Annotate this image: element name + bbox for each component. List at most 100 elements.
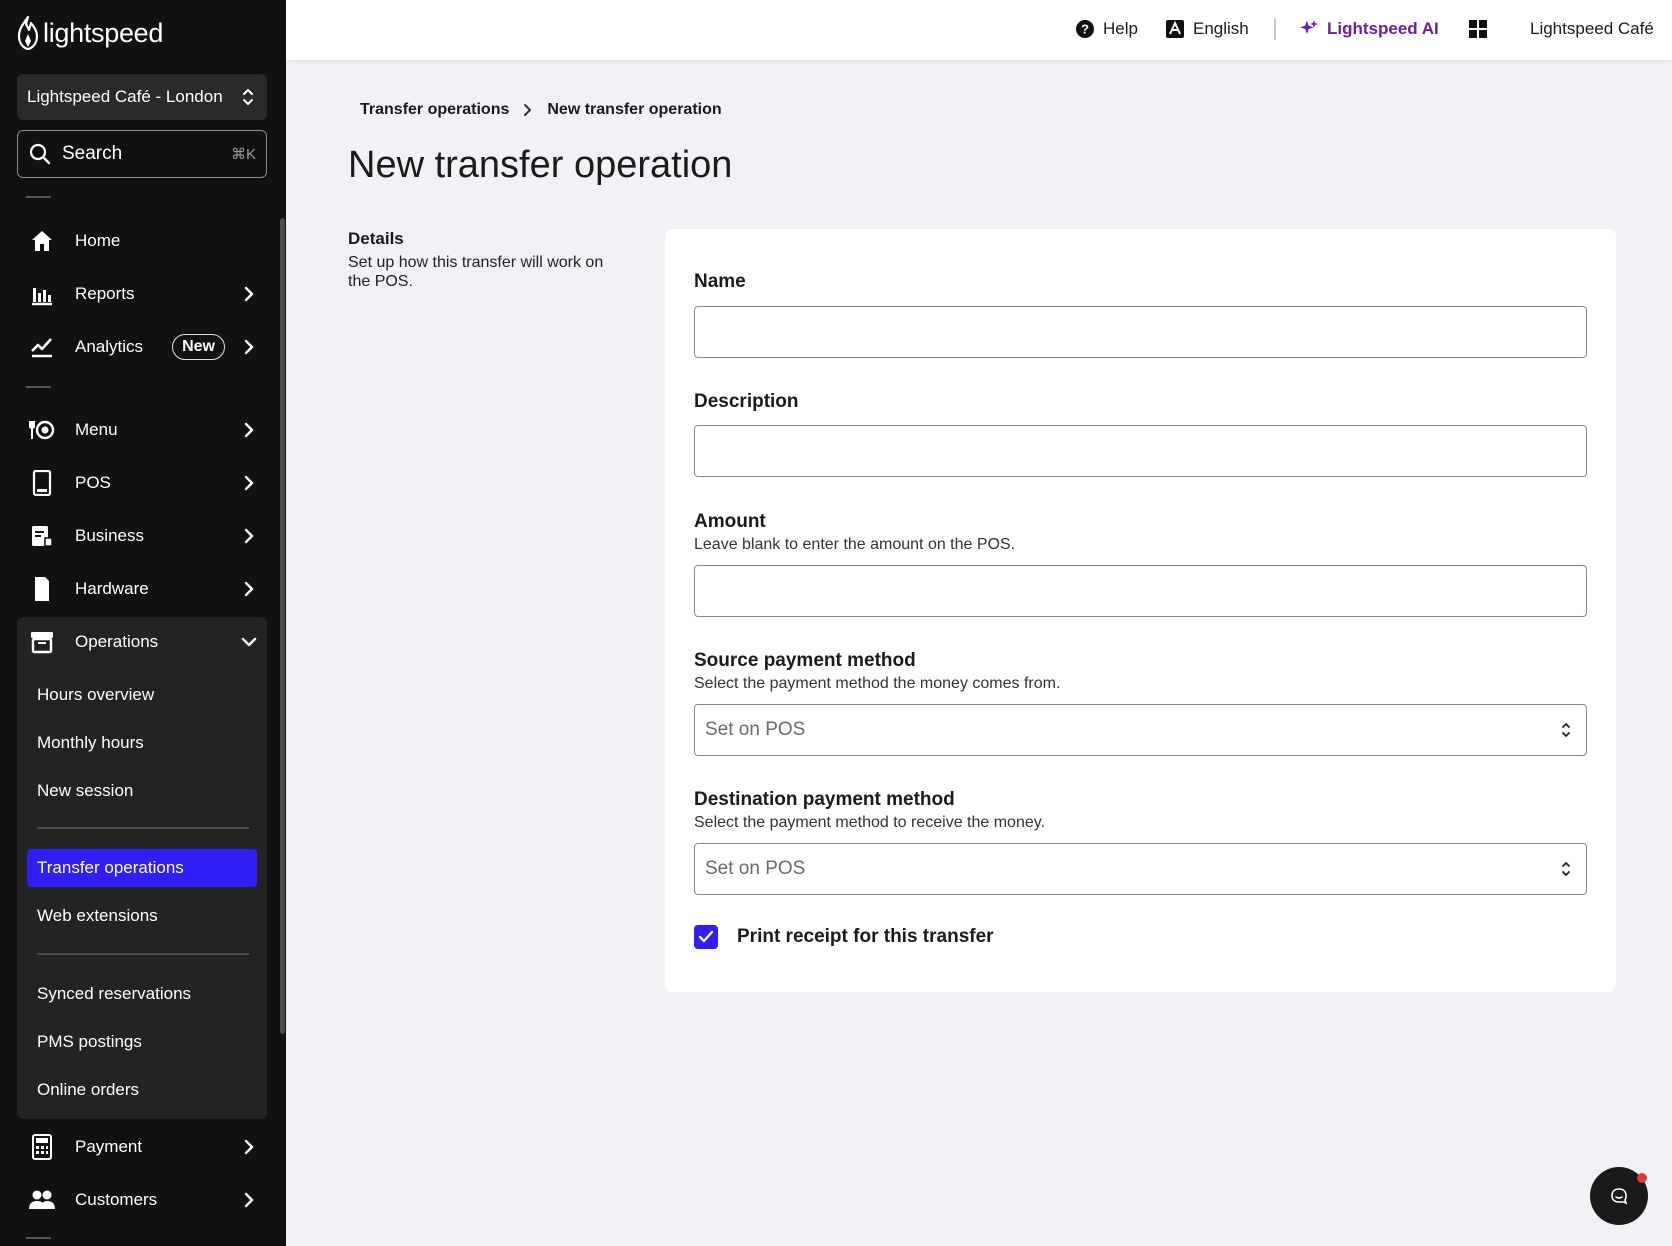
account-menu[interactable]: Lightspeed Café: [1530, 16, 1654, 42]
bar-chart-icon: [29, 281, 55, 307]
page-title: New transfer operation: [348, 144, 733, 186]
sidebar-subitem-pms-postings[interactable]: PMS postings: [27, 1023, 257, 1061]
sidebar-subitem-monthly-hours[interactable]: Monthly hours: [27, 724, 257, 762]
sidebar-subitem-label: Monthly hours: [37, 733, 144, 752]
sidebar-subitem-label: Synced reservations: [37, 984, 192, 1003]
top-bar: ? Help English Lightspeed AI Lightspeed …: [286, 0, 1672, 60]
sidebar-subitem-label: PMS postings: [37, 1032, 142, 1051]
source-payment-value: Set on POS: [705, 719, 806, 740]
sidebar-subitem-online-orders[interactable]: Online orders: [27, 1071, 257, 1109]
name-input[interactable]: [694, 306, 1587, 358]
chevron-right-icon: [239, 337, 259, 357]
sidebar-divider: [26, 1237, 51, 1239]
checkmark-icon: [698, 930, 714, 943]
location-switcher[interactable]: Lightspeed Café - London: [17, 74, 267, 120]
help-button[interactable]: ? Help: [1075, 16, 1138, 42]
sidebar-item-customers[interactable]: Customers: [17, 1175, 267, 1225]
sidebar-subitem-label: Online orders: [37, 1080, 140, 1099]
sidebar-item-pos[interactable]: POS: [17, 458, 267, 508]
sidebar-item-label: Reports: [75, 284, 135, 303]
print-receipt-checkbox[interactable]: [694, 925, 718, 949]
amount-input[interactable]: [694, 565, 1587, 617]
sidebar-subitem-label: Web extensions: [37, 906, 158, 925]
description-input[interactable]: [694, 425, 1587, 477]
sidebar-item-label: Menu: [75, 420, 118, 439]
print-receipt-label[interactable]: Print receipt for this transfer: [737, 926, 994, 948]
sidebar-subitem-synced-reservations[interactable]: Synced reservations: [27, 975, 257, 1013]
sidebar-item-label: Payment: [75, 1137, 143, 1156]
sidebar-subitem-web-extensions[interactable]: Web extensions: [27, 897, 257, 935]
sidebar-item-label: Business: [75, 526, 144, 545]
chevron-up-down-icon: [1562, 862, 1570, 876]
sidebar-item-reports[interactable]: Reports: [17, 269, 267, 319]
sidebar-item-label: Analytics: [75, 337, 144, 356]
ai-label: Lightspeed AI: [1327, 19, 1439, 38]
sidebar-item-operations[interactable]: Operations: [17, 617, 267, 667]
notification-dot: [1637, 1173, 1647, 1183]
sidebar-subitem-new-session[interactable]: New session: [27, 772, 257, 810]
language-button[interactable]: English: [1165, 16, 1249, 42]
chevron-right-icon: [239, 284, 259, 304]
chevron-up-down-icon: [1562, 723, 1570, 737]
hardware-device-icon: [29, 576, 55, 602]
home-icon: [29, 228, 55, 254]
source-payment-help: Select the payment method the money come…: [694, 675, 1061, 692]
sidebar: lightspeed Lightspeed Café - London Sear…: [0, 0, 286, 1246]
sub-divider: [37, 827, 249, 829]
chat-icon: [1611, 1188, 1628, 1205]
flame-icon: [17, 16, 39, 50]
chevron-right-icon: [239, 526, 259, 546]
language-label: English: [1193, 19, 1249, 38]
sub-divider: [37, 953, 249, 955]
trend-line-icon: [29, 334, 55, 360]
chevron-right-icon: [524, 104, 532, 116]
calculator-icon: [29, 1134, 55, 1160]
sidebar-item-label: Customers: [75, 1190, 158, 1209]
breadcrumb: Transfer operations New transfer operati…: [360, 101, 722, 119]
search-button[interactable]: Search ⌘K: [17, 130, 267, 178]
chevron-up-down-icon: [243, 89, 253, 105]
sidebar-item-home[interactable]: Home: [17, 216, 267, 266]
operations-group: Operations Hours overview Monthly hours …: [17, 617, 267, 1119]
sidebar-item-label: Home: [75, 231, 121, 250]
chevron-right-icon: [239, 473, 259, 493]
sidebar-subitem-hours-overview[interactable]: Hours overview: [27, 676, 257, 714]
new-badge: New: [172, 334, 225, 360]
breadcrumb-parent-link[interactable]: Transfer operations: [360, 101, 509, 119]
svg-text:?: ?: [1081, 22, 1089, 37]
sparkle-icon: [1300, 20, 1318, 35]
sidebar-item-label: Operations: [75, 632, 159, 651]
account-label: Lightspeed Café: [1530, 19, 1654, 38]
sidebar-scrollbar[interactable]: [280, 218, 285, 1034]
sidebar-item-analytics[interactable]: Analytics New: [17, 322, 267, 372]
source-payment-select[interactable]: Set on POS: [694, 704, 1587, 756]
chevron-right-icon: [239, 1137, 259, 1157]
destination-payment-value: Set on POS: [705, 858, 806, 879]
sidebar-subitem-label: Transfer operations: [37, 858, 184, 877]
search-icon: [29, 143, 51, 165]
details-description: Set up how this transfer will work on th…: [348, 254, 604, 290]
amount-label: Amount: [694, 511, 766, 532]
grid-icon: [1469, 20, 1487, 38]
chevron-right-icon: [239, 1190, 259, 1210]
lightspeed-ai-button[interactable]: Lightspeed AI: [1299, 16, 1439, 42]
sidebar-subitem-label: New session: [37, 781, 134, 800]
sidebar-item-payment[interactable]: Payment: [17, 1122, 267, 1172]
sidebar-item-hardware[interactable]: Hardware: [17, 564, 267, 614]
users-icon: [29, 1187, 55, 1213]
chevron-right-icon: [239, 420, 259, 440]
transfer-form-card: Name Description Amount Leave blank to e…: [665, 229, 1616, 992]
chevron-right-icon: [239, 579, 259, 599]
language-icon: [1166, 20, 1184, 38]
description-label: Description: [694, 391, 799, 412]
destination-payment-label: Destination payment method: [694, 789, 955, 810]
lightspeed-logo[interactable]: lightspeed: [17, 16, 163, 50]
sidebar-item-business[interactable]: Business: [17, 511, 267, 561]
menu-plate-icon: [29, 417, 55, 443]
apps-grid-button[interactable]: [1468, 16, 1488, 42]
sidebar-subitem-transfer-operations[interactable]: Transfer operations: [27, 849, 257, 887]
breadcrumb-current: New transfer operation: [547, 101, 722, 118]
logo-text: lightspeed: [43, 17, 164, 48]
sidebar-item-menu[interactable]: Menu: [17, 405, 267, 455]
destination-payment-select[interactable]: Set on POS: [694, 843, 1587, 895]
